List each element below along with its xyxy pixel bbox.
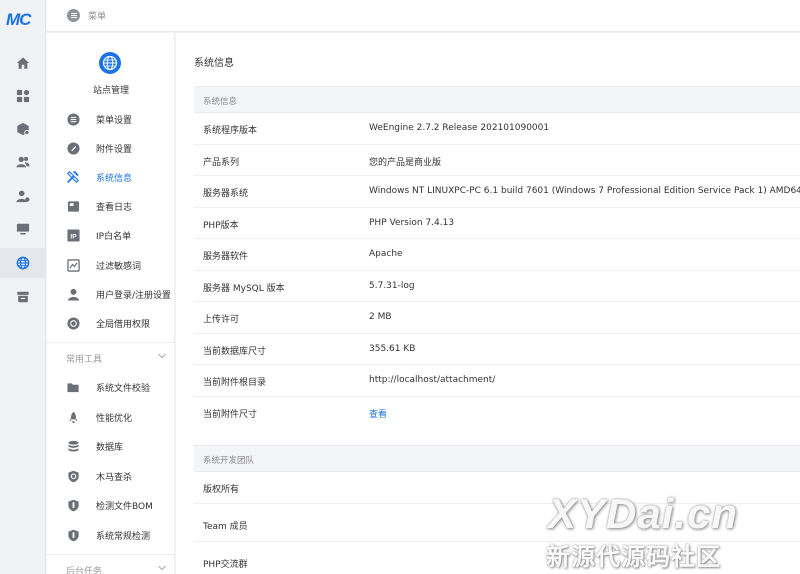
- sidebar-item-view-logs[interactable]: 查看日志: [47, 193, 174, 219]
- sidebar-item-ip-whitelist[interactable]: IP IP白名单: [47, 222, 174, 248]
- info-row-db-size: 当前数据库尺寸 355.61 KB: [194, 334, 800, 365]
- icon-rail: MC: [0, 0, 46, 574]
- sidebar-item-login-register[interactable]: 用户登录/注册设置: [47, 281, 174, 307]
- info-row-mysql-version: 服务器 MySQL 版本 5.7.31-log: [194, 271, 800, 302]
- modules-icon[interactable]: [13, 119, 33, 139]
- site-title: 站点管理: [92, 86, 129, 96]
- user-icon: [66, 287, 80, 301]
- sidebar-item-trojan-scan[interactable]: 木马查杀: [47, 463, 174, 489]
- site-globe-icon: [99, 52, 121, 74]
- sidebar-item-file-check[interactable]: 系统文件校验: [47, 374, 174, 400]
- info-row-attachment-size: 当前附件尺寸 查看: [194, 397, 800, 428]
- chevron-down-icon: [158, 353, 166, 359]
- user-manage-icon[interactable]: [13, 186, 33, 206]
- info-row-server-os: 服务器系统 Windows NT LINUXPC-PC 6.1 build 76…: [194, 176, 800, 208]
- rocket-icon: [66, 410, 80, 424]
- info-row-server-software: 服务器软件 Apache: [194, 239, 800, 271]
- shield-icon: [66, 469, 80, 483]
- view-attachment-size-link[interactable]: 查看: [369, 407, 387, 420]
- info-row-upload-limit: 上传许可 2 MB: [194, 302, 800, 334]
- sidebar-item-menu-settings[interactable]: 菜单设置: [47, 106, 174, 132]
- sidebar-item-filter-words[interactable]: 过滤敏感词: [47, 252, 174, 278]
- sidebar-item-database[interactable]: 数据库: [47, 433, 174, 459]
- watermark-domain: XYDai.cn: [548, 490, 739, 537]
- watermark-text: 新源代源码社区: [546, 543, 721, 571]
- app-logo[interactable]: MC: [6, 10, 40, 32]
- sidebar-item-bom-check[interactable]: 检测文件BOM: [47, 492, 174, 518]
- tools-icon: [66, 170, 80, 184]
- info-row-product-series: 产品系列 您的产品是商业版: [194, 145, 800, 176]
- permission-icon: [66, 316, 80, 330]
- system-info-panel-header: 系统信息: [194, 86, 800, 113]
- attachment-icon: [66, 141, 80, 155]
- info-row-attachment-root: 当前附件根目录 http://localhost/attachment/: [194, 365, 800, 397]
- apps-icon[interactable]: [13, 86, 33, 106]
- page-title: 系统信息: [194, 58, 234, 69]
- sidebar-header: 站点管理: [47, 33, 174, 113]
- sidebar-item-system-info[interactable]: 系统信息: [47, 164, 174, 190]
- site-management-sidebar: 站点管理 菜单设置 附件设置 系统信息 查看日志 IP IP白名单 过滤敏感词 …: [47, 33, 175, 574]
- shield-check-icon: [66, 498, 80, 512]
- section-common-tools[interactable]: 常用工具: [47, 342, 174, 370]
- svg-text:IP: IP: [70, 233, 77, 240]
- menu-icon[interactable]: [67, 9, 80, 22]
- info-row-php-version: PHP版本 PHP Version 7.4.13: [194, 208, 800, 239]
- users-icon[interactable]: [13, 152, 33, 172]
- folder-icon: [66, 380, 80, 394]
- section-background-tasks[interactable]: 后台任务: [47, 554, 174, 574]
- shield-scan-icon: [66, 528, 80, 542]
- database-icon: [66, 439, 80, 453]
- store-icon[interactable]: [13, 287, 33, 307]
- globe-icon[interactable]: [0, 248, 46, 278]
- sidebar-item-global-permission[interactable]: 全局借用权限: [47, 310, 174, 336]
- dev-team-panel-header: 系统开发团队: [194, 445, 800, 472]
- chevron-down-icon: [158, 565, 166, 571]
- home-icon[interactable]: [13, 53, 33, 73]
- filter-icon: [66, 258, 80, 272]
- log-icon: [66, 199, 80, 213]
- sidebar-item-attachment-settings[interactable]: 附件设置: [47, 135, 174, 161]
- top-bar: 菜单: [47, 0, 800, 32]
- sidebar-item-performance[interactable]: 性能优化: [47, 404, 174, 430]
- monitor-icon[interactable]: [13, 219, 33, 239]
- menu-list-icon: [66, 112, 80, 126]
- sidebar-item-routine-check[interactable]: 系统常规检测: [47, 522, 174, 548]
- info-row-program-version: 系统程序版本 WeEngine 2.7.2 Release 2021010900…: [194, 113, 800, 145]
- ip-icon: IP: [66, 228, 80, 242]
- breadcrumb[interactable]: 菜单: [88, 9, 106, 22]
